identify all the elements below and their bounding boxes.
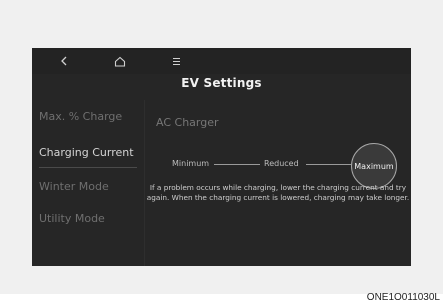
menu-item-charging-current[interactable]: Charging Current <box>39 146 134 159</box>
infotainment-screen: EV Settings Max. % Charge Charging Curre… <box>32 48 411 266</box>
level-minimum[interactable]: Minimum <box>172 159 209 168</box>
level-maximum-label: Maximum <box>354 161 394 171</box>
settings-menu: Max. % Charge Charging Current Winter Mo… <box>32 100 145 266</box>
menu-icon[interactable] <box>169 53 185 69</box>
level-reduced[interactable]: Reduced <box>264 159 299 168</box>
level-connector <box>214 164 260 165</box>
image-frame: EV Settings Max. % Charge Charging Curre… <box>0 0 443 294</box>
home-icon[interactable] <box>112 53 128 69</box>
menu-item-winter-mode[interactable]: Winter Mode <box>39 180 109 193</box>
page-title: EV Settings <box>181 76 262 90</box>
top-bar <box>32 48 411 74</box>
back-icon[interactable] <box>56 53 72 69</box>
figure-code: ONE1O011030L <box>366 292 440 303</box>
menu-divider <box>39 167 137 168</box>
menu-item-utility-mode[interactable]: Utility Mode <box>39 212 105 225</box>
menu-item-max-charge[interactable]: Max. % Charge <box>39 110 122 123</box>
charging-notice: If a problem occurs while charging, lowe… <box>146 183 410 202</box>
section-title: AC Charger <box>156 116 219 129</box>
level-connector <box>306 164 351 165</box>
